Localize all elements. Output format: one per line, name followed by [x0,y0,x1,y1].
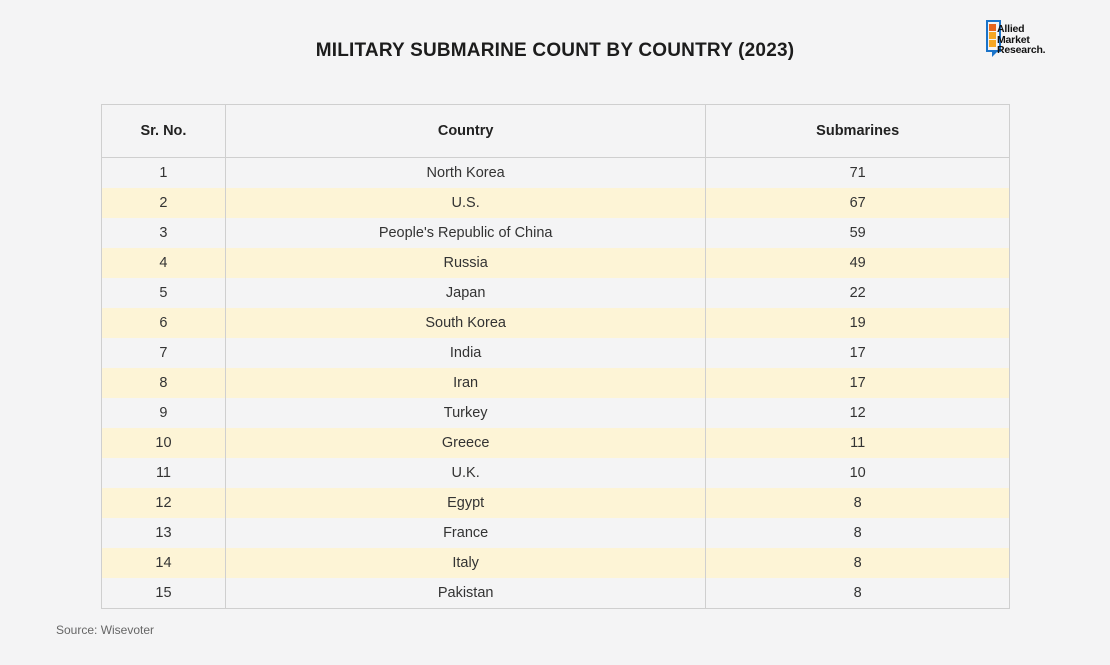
cell-sr-no: 14 [101,548,226,578]
cell-submarines: 71 [705,157,1010,188]
cell-submarines: 12 [705,398,1010,428]
page-title: MILITARY SUBMARINE COUNT BY COUNTRY (202… [315,40,795,61]
table-row: 5 Japan 22 [101,278,1010,308]
cell-submarines: 8 [705,518,1010,548]
cell-submarines: 8 [705,548,1010,578]
table-row: 11 U.K. 10 [101,458,1010,488]
cell-country: North Korea [224,157,707,188]
cell-sr-no: 7 [101,338,226,368]
cell-country: Turkey [224,398,707,428]
cell-country: Egypt [224,488,707,518]
cell-country: Greece [224,428,707,458]
cell-country: Russia [224,248,707,278]
table-row: 13 France 8 [101,518,1010,548]
cell-country: South Korea [224,308,707,338]
cell-sr-no: 2 [101,188,226,218]
table-row: 3 People's Republic of China 59 [101,218,1010,248]
cell-sr-no: 6 [101,308,226,338]
source-note: Source: Wisevoter [56,623,155,637]
cell-sr-no: 9 [101,398,226,428]
submarine-table: Sr. No. Country Submarines 1 North Korea 7… [101,104,1010,609]
cell-country: Japan [224,278,707,308]
table-row: 14 Italy 8 [101,548,1010,578]
cell-submarines: 11 [705,428,1010,458]
cell-submarines: 8 [705,578,1010,609]
cell-sr-no: 1 [101,157,226,188]
cell-submarines: 19 [705,308,1010,338]
cell-country: People's Republic of China [224,218,707,248]
table-row: 8 Iran 17 [101,368,1010,398]
table-row: 7 India 17 [101,338,1010,368]
cell-country: France [224,518,707,548]
cell-sr-no: 3 [101,218,226,248]
cell-submarines: 49 [705,248,1010,278]
table-row: 12 Egypt 8 [101,488,1010,518]
logo-line-3: Research. [997,44,1046,56]
cell-sr-no: 10 [101,428,226,458]
table-row: 6 South Korea 19 [101,308,1010,338]
cell-submarines: 17 [705,338,1010,368]
cell-sr-no: 8 [101,368,226,398]
cell-country: U.S. [224,188,707,218]
allied-market-research-logo: Allied Market Research. [986,20,1076,68]
cell-submarines: 67 [705,188,1010,218]
cell-submarines: 8 [705,488,1010,518]
column-header-submarines: Submarines [705,104,1010,158]
cell-sr-no: 13 [101,518,226,548]
table-header-row: Sr. No. Country Submarines [101,104,1010,158]
cell-country: U.K. [224,458,707,488]
cell-submarines: 59 [705,218,1010,248]
table-row: 4 Russia 49 [101,248,1010,278]
cell-sr-no: 4 [101,248,226,278]
column-header-country: Country [224,104,707,158]
cell-sr-no: 15 [101,578,226,609]
logo-line-1: Allied [997,23,1025,35]
cell-submarines: 22 [705,278,1010,308]
table-body: 1 North Korea 71 2 U.S. 67 3 People's Republic … [101,157,1010,609]
cell-country: Italy [224,548,707,578]
cell-submarines: 10 [705,458,1010,488]
table-row: 10 Greece 11 [101,428,1010,458]
table-row: 9 Turkey 12 [101,398,1010,428]
table-row: 15 Pakistan 8 [101,578,1010,609]
column-header-sr-no: Sr. No. [101,104,226,158]
table-row: 1 North Korea 71 [101,157,1010,188]
cell-sr-no: 5 [101,278,226,308]
cell-country: India [224,338,707,368]
cell-country: Pakistan [224,578,707,609]
cell-country: Iran [224,368,707,398]
cell-sr-no: 12 [101,488,226,518]
cell-sr-no: 11 [101,458,226,488]
table-row: 2 U.S. 67 [101,188,1010,218]
cell-submarines: 17 [705,368,1010,398]
logo-text: Allied Market Research. [997,23,1046,56]
